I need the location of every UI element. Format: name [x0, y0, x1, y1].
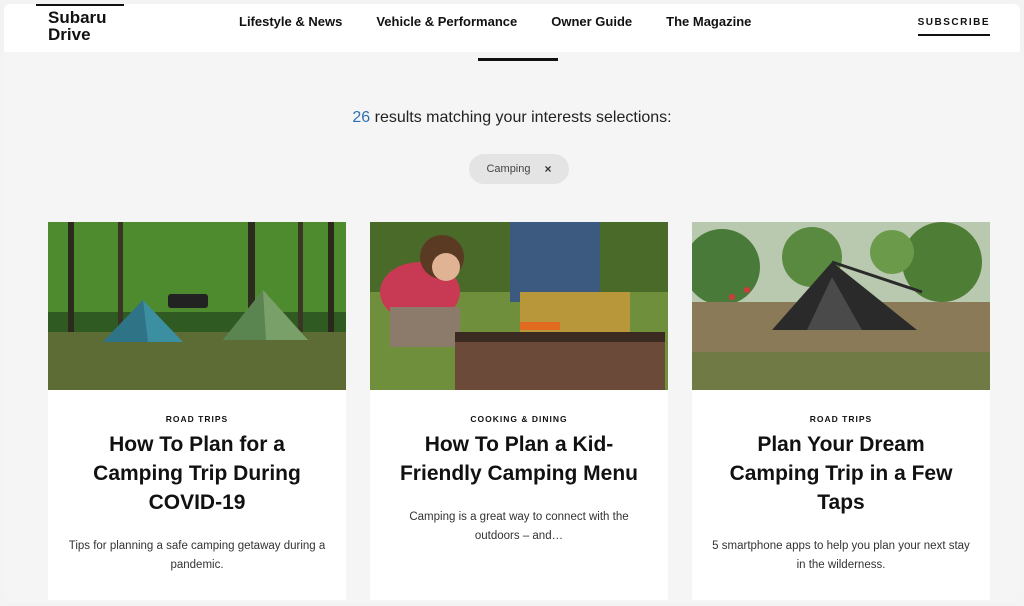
article-excerpt: Camping is a great way to connect with t… — [409, 511, 629, 542]
site-header: Subaru Drive Lifestyle & News Vehicle & … — [4, 4, 1020, 52]
article-grid: ROAD TRIPS How To Plan for a Camping Tri… — [48, 222, 990, 600]
nav-vehicle-performance[interactable]: Vehicle & Performance — [376, 14, 517, 29]
subscribe-link[interactable]: SUBSCRIBE — [917, 17, 990, 36]
logo-line-1: Subaru — [48, 8, 107, 27]
nav-the-magazine[interactable]: The Magazine — [666, 14, 751, 29]
article-title[interactable]: Plan Your Dream Camping Trip in a Few Ta… — [710, 430, 972, 517]
results-text: results matching your interests selectio… — [374, 109, 672, 126]
results-summary: 26 results matching your interests selec… — [4, 109, 1020, 127]
filter-chip-label: Camping — [486, 163, 531, 175]
tent-in-orchard-image[interactable] — [692, 222, 990, 390]
logo-line-2: Drive — [48, 25, 91, 44]
article-card[interactable]: COOKING & DINING How To Plan a Kid-Frien… — [370, 222, 668, 600]
main-nav: Lifestyle & News Vehicle & Performance O… — [239, 14, 751, 29]
page: Subaru Drive Lifestyle & News Vehicle & … — [4, 4, 1020, 602]
campfire-cooking-image[interactable] — [370, 222, 668, 390]
nav-lifestyle-news[interactable]: Lifestyle & News — [239, 14, 342, 29]
subaru-drive-logo[interactable]: Subaru Drive — [36, 4, 124, 43]
close-icon[interactable]: × — [545, 162, 552, 176]
nav-owner-guide[interactable]: Owner Guide — [551, 14, 632, 29]
article-title[interactable]: How To Plan for a Camping Trip During CO… — [66, 430, 328, 517]
article-excerpt: Tips for planning a safe camping getaway… — [68, 540, 326, 571]
article-title[interactable]: How To Plan a Kid-Friendly Camping Menu — [388, 430, 650, 488]
article-category[interactable]: ROAD TRIPS — [710, 414, 972, 424]
results-count: 26 — [352, 109, 371, 126]
active-tab-indicator — [478, 58, 558, 61]
article-category[interactable]: COOKING & DINING — [388, 414, 650, 424]
article-category[interactable]: ROAD TRIPS — [66, 414, 328, 424]
article-card[interactable]: ROAD TRIPS How To Plan for a Camping Tri… — [48, 222, 346, 600]
article-card[interactable]: ROAD TRIPS Plan Your Dream Camping Trip … — [692, 222, 990, 600]
tents-in-forest-image[interactable] — [48, 222, 346, 390]
article-excerpt: 5 smartphone apps to help you plan your … — [712, 540, 970, 571]
filter-chip-camping[interactable]: Camping × — [469, 154, 569, 184]
